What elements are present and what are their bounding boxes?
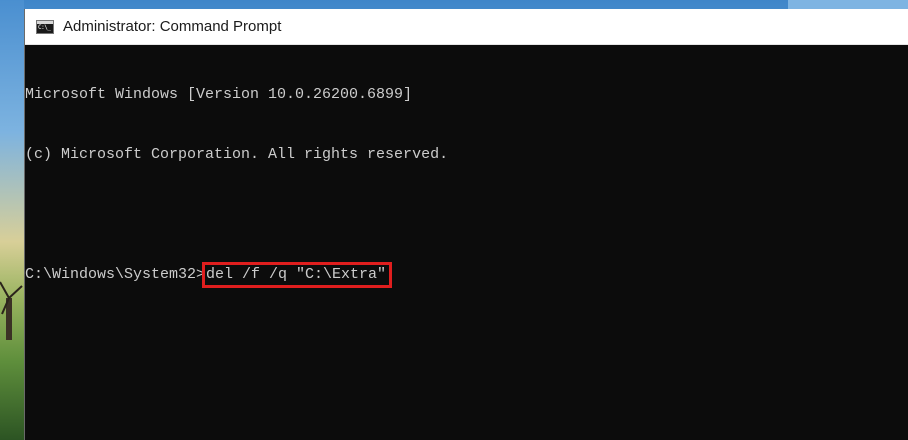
windmill-icon: [0, 281, 23, 340]
cmd-icon: C:\_: [36, 19, 54, 34]
console-prompt-line[interactable]: C:\Windows\System32> del /f /q "C:\Extra": [25, 262, 908, 288]
window-title: Administrator: Command Prompt: [63, 18, 282, 35]
highlighted-command[interactable]: del /f /q "C:\Extra": [202, 262, 393, 288]
console-line-version: Microsoft Windows [Version 10.0.26200.68…: [25, 86, 413, 103]
console-prompt: C:\Windows\System32>: [25, 266, 206, 283]
title-bar[interactable]: C:\_ Administrator: Command Prompt: [25, 9, 908, 45]
command-prompt-window[interactable]: C:\_ Administrator: Command Prompt Micro…: [24, 9, 908, 440]
console-output[interactable]: Microsoft Windows [Version 10.0.26200.68…: [25, 45, 908, 325]
desktop-wallpaper: [0, 0, 24, 440]
console-line-copyright: (c) Microsoft Corporation. All rights re…: [25, 146, 449, 163]
